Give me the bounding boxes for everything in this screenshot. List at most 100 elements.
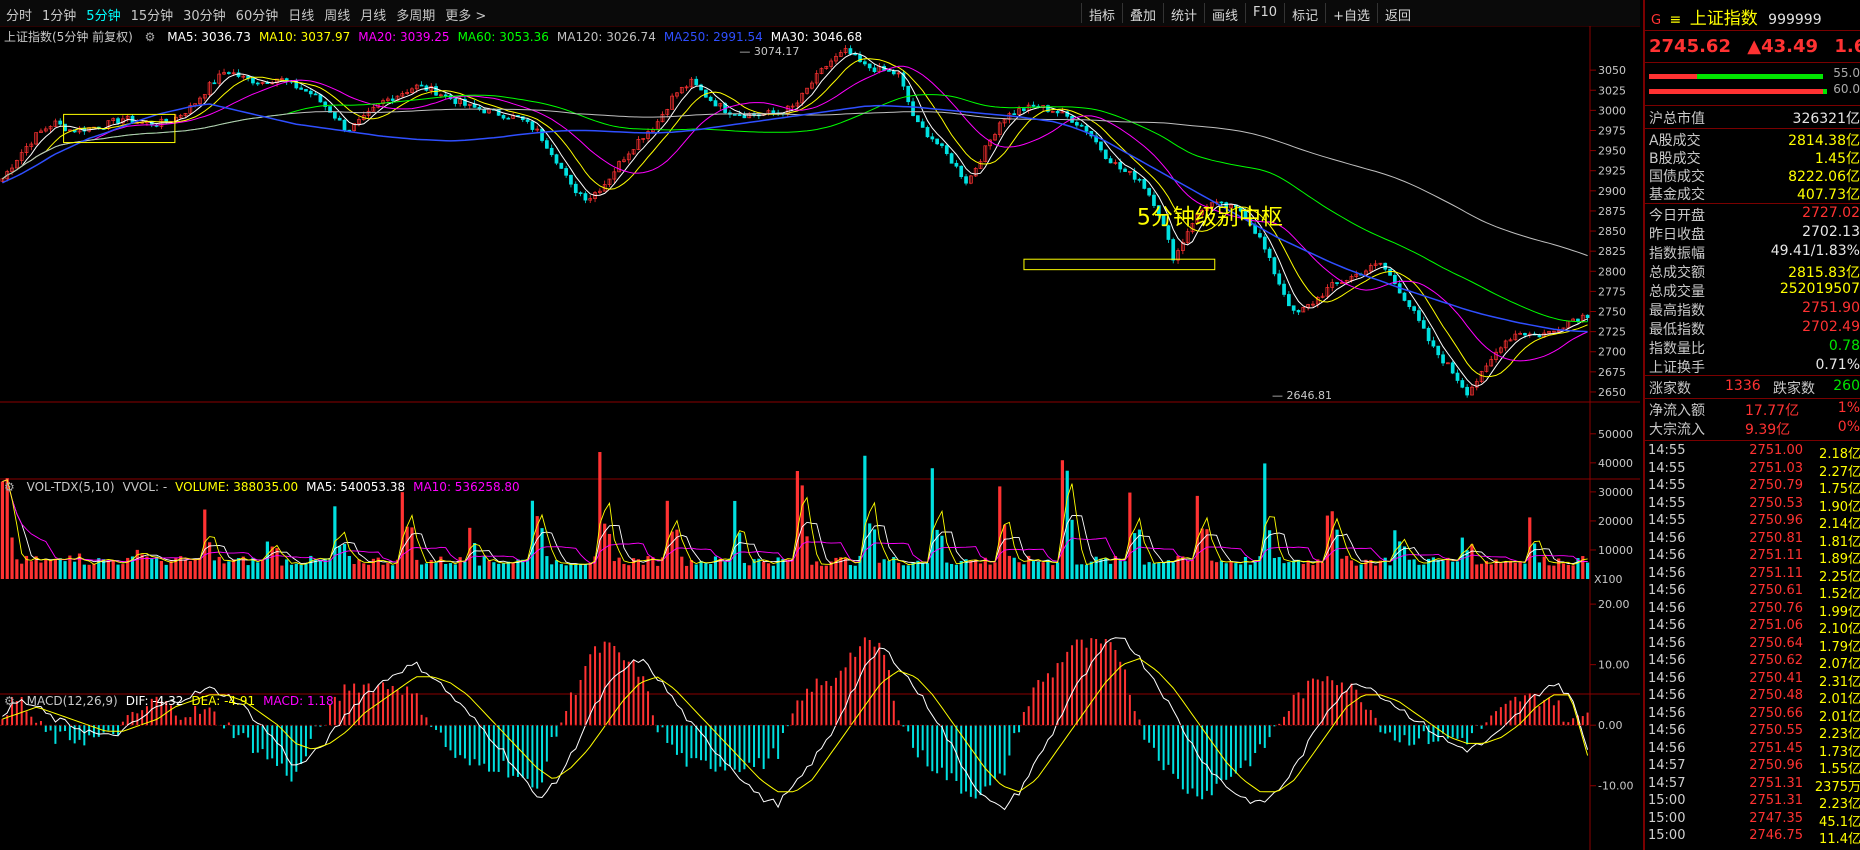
candle-body: [1084, 125, 1089, 132]
y-tick-label: 3000: [1598, 104, 1626, 117]
tick-row: 14:56 2750.76 1.99亿: [1645, 601, 1860, 620]
tick-time: 14:56: [1648, 530, 1686, 546]
turnover-value: 407.73亿: [1797, 187, 1860, 203]
ma-legend: MA5: 3036.73 MA10: 3037.97 MA20: 3039.25 MA…: [167, 30, 870, 44]
volume-bar: [1161, 561, 1166, 579]
settings-icon[interactable]: ⚙: [145, 30, 156, 44]
stat-label: 最低指数: [1649, 322, 1705, 338]
period-tab[interactable]: 1分钟: [42, 9, 76, 24]
flow-value: 17.77亿: [1745, 403, 1800, 419]
volume-bar: [1070, 519, 1074, 579]
period-tab[interactable]: 分时: [6, 9, 32, 24]
volume-bar: [362, 563, 366, 579]
tool-button[interactable]: F10: [1245, 3, 1284, 23]
candle-body: [925, 127, 930, 138]
candle-body: [916, 115, 920, 123]
market-cap-label: 沪总市值: [1649, 111, 1705, 127]
tick-price: 2747.35: [1749, 810, 1803, 826]
tool-button[interactable]: 画线: [1204, 3, 1245, 24]
volume-bar: [713, 556, 718, 579]
tick-row: 14:56 2751.06 2.10亿: [1645, 618, 1860, 637]
menu-icon[interactable]: ≡: [1670, 12, 1682, 28]
volume-bar: [193, 558, 197, 579]
tool-button[interactable]: 叠加: [1121, 3, 1163, 24]
volume-bar: [1542, 556, 1546, 579]
tick-time: 14:57: [1648, 758, 1686, 773]
candle-body: [583, 193, 588, 201]
ma20-line: [2, 65, 1588, 362]
candle-body: [1388, 268, 1392, 276]
volume-bar: [1263, 463, 1267, 579]
stat-row: 最低指数 2702.49: [1645, 319, 1860, 338]
volume-bar: [1479, 563, 1484, 579]
candle-body: [887, 70, 891, 72]
volume-bar: [1157, 562, 1161, 579]
tick-volume: 1.99亿: [1819, 604, 1860, 620]
up-count-label: 涨家数: [1649, 381, 1691, 397]
period-tab[interactable]: 30分钟: [183, 9, 226, 24]
down-count-label: 跌家数: [1773, 381, 1815, 397]
volume-bar: [1407, 559, 1411, 579]
period-tab[interactable]: 多周期: [396, 9, 435, 24]
volume-bar: [106, 560, 111, 579]
volume-bar: [1210, 560, 1214, 579]
candle-body: [342, 119, 347, 131]
y-tick-label: 2800: [1598, 265, 1626, 278]
volume-bar: [1118, 559, 1122, 579]
volume-bar: [203, 509, 207, 579]
volume-bar: [607, 533, 612, 579]
period-tab[interactable]: 60分钟: [236, 9, 279, 24]
candle-body: [569, 174, 573, 185]
volume-bar: [737, 532, 742, 579]
tick-price: 2750.48: [1749, 688, 1803, 703]
candle-body: [540, 128, 544, 141]
kline-chart[interactable]: 3050 3025 3000 2975 2950 2925 2900 2875 2850 2825…: [0, 26, 1640, 850]
bar-red-1: [1649, 74, 1697, 79]
volume-bar: [415, 559, 419, 579]
volume-bar: [154, 556, 159, 579]
volume-bar: [313, 559, 318, 579]
volume-bar: [612, 561, 616, 579]
period-tab[interactable]: 月线: [360, 9, 386, 24]
tool-button[interactable]: 标记: [1284, 3, 1325, 24]
volume-bar: [183, 559, 188, 579]
macd-y-tick-label: 0.00: [1598, 719, 1623, 732]
volume-bar: [73, 561, 77, 579]
stat-value: 49.41/1.83%: [1770, 243, 1860, 259]
macd-settings-icon[interactable]: ⚙: [4, 694, 15, 708]
period-tab[interactable]: 5分钟: [86, 9, 120, 24]
volume-settings-icon[interactable]: ⚙: [4, 480, 15, 494]
period-tab[interactable]: 日线: [288, 9, 314, 24]
volume-bar: [477, 565, 482, 579]
candle-body: [1022, 108, 1026, 111]
legend-item: DIF: -4.32: [125, 694, 184, 708]
tick-volume: 11.4亿: [1819, 832, 1860, 847]
volume-bar: [583, 563, 588, 579]
volume-bar: [347, 556, 351, 579]
candle-body: [337, 117, 342, 121]
volume-bar: [766, 563, 771, 579]
zhongshu-box-2: [1023, 258, 1216, 271]
candle-body: [737, 114, 742, 117]
candle-body: [1012, 113, 1017, 116]
volume-bar: [1248, 564, 1252, 579]
volume-bar: [366, 564, 371, 579]
volume-bar: [1301, 563, 1305, 579]
volume-bar: [1214, 562, 1219, 579]
period-tab[interactable]: 周线: [324, 9, 350, 24]
volume-bar: [1359, 564, 1363, 579]
volume-bar: [1017, 562, 1021, 579]
period-tab[interactable]: 更多 >: [445, 9, 486, 24]
tick-row: 14:56 2751.11 1.89亿: [1645, 548, 1860, 567]
low-label: — 2646.81: [1272, 389, 1332, 402]
period-tab[interactable]: 15分钟: [131, 9, 174, 24]
volume-bar: [472, 542, 477, 579]
tool-button[interactable]: 指标: [1080, 3, 1122, 24]
flow-value: 9.39亿: [1745, 422, 1791, 438]
tick-time: 15:00: [1648, 810, 1686, 826]
tool-button[interactable]: +自选: [1325, 3, 1377, 24]
tool-button[interactable]: 返回: [1376, 3, 1418, 24]
volume-bar: [641, 564, 645, 579]
candle-body: [308, 90, 313, 95]
tool-button[interactable]: 统计: [1163, 3, 1204, 24]
